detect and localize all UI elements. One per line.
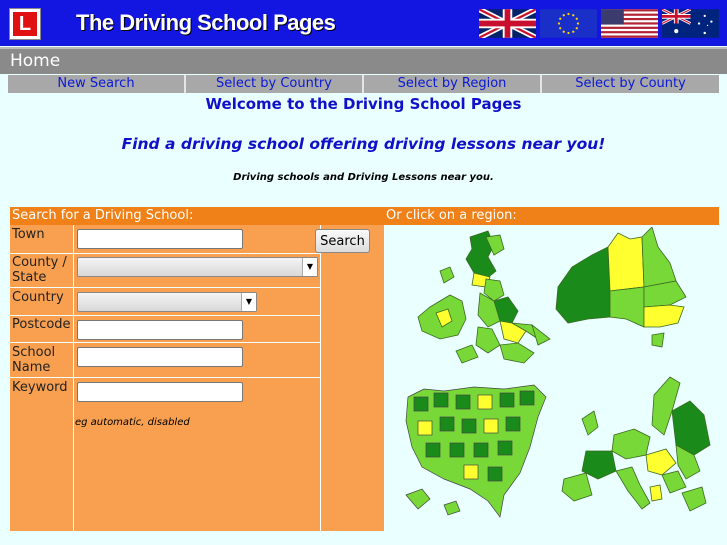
keyword-hint: eg automatic, disabled xyxy=(75,417,190,428)
us-flag-icon[interactable] xyxy=(601,9,658,38)
region-panel-heading: Or click on a region: xyxy=(384,207,719,225)
keyword-input[interactable] xyxy=(77,382,243,402)
grid-line xyxy=(73,225,74,531)
search-panel-heading: Search for a Driving School: xyxy=(10,207,384,225)
europe-map[interactable] xyxy=(554,375,714,525)
australia-map[interactable] xyxy=(552,227,702,357)
subtitle: Driving schools and Driving Lessons near… xyxy=(233,172,494,183)
nav-new-search[interactable]: New Search xyxy=(8,75,184,93)
nav-select-by-county[interactable]: Select by County xyxy=(542,75,719,93)
welcome-heading: Welcome to the Driving School Pages xyxy=(205,95,522,113)
grid-line xyxy=(10,253,320,254)
site-title[interactable]: The Driving School Pages xyxy=(76,10,336,36)
search-button[interactable]: Search xyxy=(315,229,370,253)
postcode-label: Postcode xyxy=(12,317,71,332)
school-name-input[interactable] xyxy=(77,347,243,367)
logo-letter: L xyxy=(13,12,37,36)
town-input[interactable] xyxy=(77,229,243,249)
grid-line xyxy=(10,377,320,378)
nav-select-by-region[interactable]: Select by Region xyxy=(364,75,540,93)
uk-ireland-map[interactable] xyxy=(400,227,555,367)
town-label: Town xyxy=(12,227,45,242)
chevron-down-icon: ▼ xyxy=(241,293,256,311)
nav-bar: New Search Select by Country Select by R… xyxy=(8,75,719,93)
county-label: County / State xyxy=(12,255,67,285)
county-select[interactable]: ▼ xyxy=(77,257,318,277)
grid-line xyxy=(10,342,320,343)
breadcrumb-home[interactable]: Home xyxy=(10,51,60,71)
eu-flag-icon[interactable] xyxy=(540,9,597,38)
country-select[interactable]: ▼ xyxy=(77,292,257,312)
grid-line xyxy=(10,287,320,288)
postcode-input[interactable] xyxy=(77,320,243,340)
uk-flag-icon[interactable] xyxy=(479,9,536,38)
school-name-label: School Name xyxy=(12,345,56,375)
grid-line xyxy=(10,315,320,316)
region-maps xyxy=(384,225,719,531)
australia-flag-icon[interactable] xyxy=(662,9,719,38)
keyword-label: Keyword xyxy=(12,380,68,395)
nav-select-by-country[interactable]: Select by Country xyxy=(186,75,362,93)
learner-plate-logo[interactable]: L xyxy=(9,8,41,40)
tagline: Find a driving school offering driving l… xyxy=(121,135,606,153)
site-header: L The Driving School Pages xyxy=(0,0,727,46)
chevron-down-icon: ▼ xyxy=(302,258,317,276)
country-label: Country xyxy=(12,290,64,305)
breadcrumb: Home xyxy=(0,47,727,74)
grid-line xyxy=(320,225,321,531)
usa-map[interactable] xyxy=(404,377,549,522)
search-form: Town County / State ▼ Country ▼ Postcode… xyxy=(10,225,384,531)
